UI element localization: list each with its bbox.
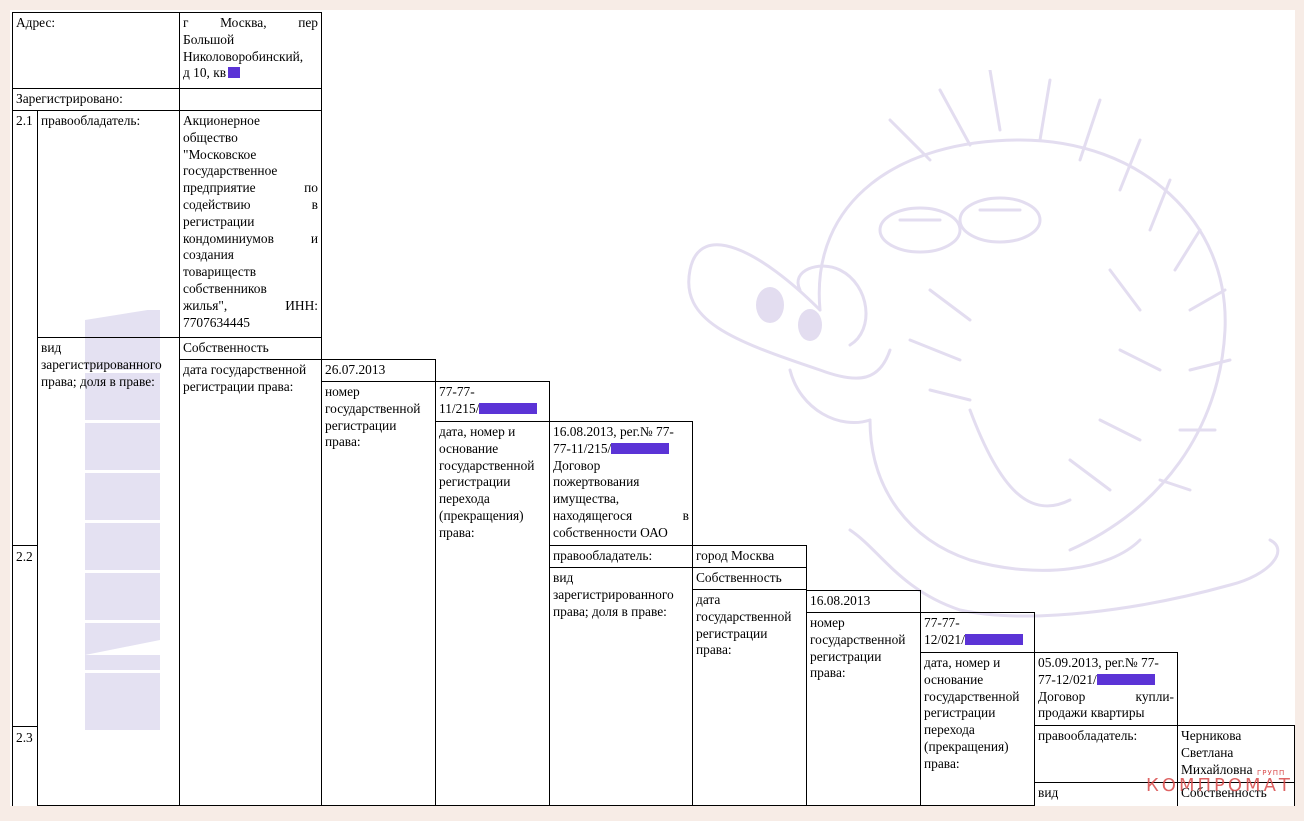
transfer-label-2-1: дата, номер и основание государственной …: [439, 424, 535, 540]
transfer-2-1-line5: имущества,: [553, 491, 620, 507]
document-page: Адрес: г Москва, пер Большой Николовороб…: [10, 10, 1295, 806]
registered-label-cell: Зарегистрировано:: [12, 88, 180, 111]
holder-line: кондоминиумов и: [183, 230, 318, 246]
reg-num-value-2-1-line1: 77-77-: [439, 384, 475, 399]
right-type-value-2-1: Собственность: [183, 340, 269, 355]
holder-label-cell-2-1: правообладатель:: [37, 110, 180, 338]
entry-number-column: [12, 110, 38, 806]
reg-num-value-cell-2-2: 77-77- 12/021/: [920, 612, 1035, 653]
reg-num-value-2-2-line2: 12/021/: [924, 631, 965, 647]
reg-date-value-2-2: 16.08.2013: [810, 593, 871, 608]
transfer-2-2-line1: 05.09.2013, рег.№ 77-: [1038, 655, 1159, 670]
holder-line: "Московское: [183, 146, 257, 162]
redaction-bar: [228, 67, 241, 79]
address-line-1: г Москва, пер: [183, 15, 318, 30]
holder-line: жилья", ИНН:: [183, 297, 318, 313]
holder-2-3-line1: Черникова: [1181, 728, 1242, 743]
holder-line: государственное: [183, 163, 278, 179]
holder-line: товариществ: [183, 264, 257, 280]
holder-line: содействию в: [183, 196, 318, 212]
redaction-bar: [611, 442, 670, 454]
transfer-2-1-line2: 77-11/215/: [553, 440, 612, 456]
entry-number-2-1: 2.1: [16, 113, 33, 128]
holder-value-cell-2-2: город Москва: [692, 545, 807, 568]
holder-value-2-2: город Москва: [696, 548, 775, 563]
address-line-4: д 10, кв: [183, 65, 227, 81]
address-label: Адрес:: [16, 15, 56, 30]
right-type-label-2-3: вид: [1038, 785, 1059, 800]
reg-num-value-cell-2-1: 77-77- 11/215/: [435, 381, 550, 422]
holder-line: предприятие по: [183, 180, 318, 196]
holder-line: создания: [183, 247, 234, 263]
reg-date-label-cell-2-1: дата государственной регистрации права:: [179, 359, 322, 806]
transfer-2-1-line1: 16.08.2013, рег.№ 77-: [553, 424, 674, 439]
entry-number-2-2: 2.2: [16, 549, 33, 564]
redaction-bar: [1096, 673, 1155, 685]
address-label-cell: Адрес:: [12, 12, 180, 89]
reg-num-value-2-2-line1: 77-77-: [924, 615, 960, 630]
holder-line: регистрации: [183, 213, 255, 229]
address-value-cell: г Москва, пер Большой Николоворобинский,…: [179, 12, 322, 89]
transfer-value-cell-2-1: 16.08.2013, рег.№ 77- 77-11/215/ Договор…: [549, 421, 693, 546]
right-type-label-cell-2-2: вид зарегистрированного права; доля в пр…: [549, 567, 693, 806]
right-type-label-cell-2-1: вид зарегистрированного права; доля в пр…: [37, 337, 180, 806]
redaction-bar: [479, 402, 538, 414]
reg-date-value-cell-2-1: 26.07.2013: [321, 359, 436, 382]
transfer-value-cell-2-2: 05.09.2013, рег.№ 77- 77-12/021/ Договор…: [1034, 652, 1178, 726]
redaction-bar: [964, 633, 1023, 645]
address-line-3: Николоворобинский,: [183, 48, 304, 64]
holder-line: 7707634445: [183, 314, 250, 330]
transfer-2-2-line2: 77-12/021/: [1038, 671, 1097, 687]
reg-date-label-2-2: дата государственной регистрации права:: [696, 592, 792, 658]
number-divider-2-2: [12, 545, 38, 546]
holder-label-2-2: правообладатель:: [553, 548, 653, 563]
holder-value-cell-2-1: Акционерное общество "Московское государ…: [179, 110, 322, 338]
holder-label-2-3: правообладатель:: [1038, 728, 1138, 743]
number-divider-2-3: [12, 726, 38, 727]
address-line-2: Большой: [183, 31, 235, 47]
reg-num-label-cell-2-1: номер государственной регистрации права:: [321, 381, 436, 806]
transfer-2-2-line3: Договор купли-: [1038, 688, 1174, 704]
reg-num-label-2-2: номер государственной регистрации права:: [810, 615, 906, 681]
holder-line: общество: [183, 129, 238, 145]
reg-num-label-2-1: номер государственной регистрации права:: [325, 384, 421, 450]
right-type-value-2-2: Собственность: [696, 570, 782, 585]
reg-num-label-cell-2-2: номер государственной регистрации права:: [806, 612, 921, 806]
reg-date-label-cell-2-2: дата государственной регистрации права:: [692, 589, 807, 806]
transfer-2-2-line4: продажи квартиры: [1038, 705, 1145, 721]
transfer-2-1-line6: находящегося в: [553, 507, 689, 523]
transfer-2-1-line3: Договор: [553, 457, 601, 473]
right-type-label-2-1: вид зарегистрированного права; доля в пр…: [41, 340, 162, 389]
transfer-2-1-line4: пожертвования: [553, 474, 640, 490]
registered-label: Зарегистрировано:: [16, 91, 123, 106]
registered-empty-cell: [179, 88, 322, 111]
holder-2-3-line2: Светлана: [1181, 744, 1234, 760]
reg-date-value-2-1: 26.07.2013: [325, 362, 386, 377]
reg-num-value-2-1-line2: 11/215/: [439, 400, 480, 416]
entry-number-2-3: 2.3: [16, 730, 33, 745]
holder-label-2-1: правообладатель:: [41, 113, 141, 128]
holder-line: Акционерное: [183, 113, 260, 128]
right-type-label-2-2: вид зарегистрированного права; доля в пр…: [553, 570, 674, 619]
right-type-value-cell-2-1: Собственность: [179, 337, 322, 360]
transfer-label-cell-2-2: дата, номер и основание государственной …: [920, 652, 1035, 806]
right-type-value-cell-2-2: Собственность: [692, 567, 807, 590]
transfer-label-cell-2-1: дата, номер и основание государственной …: [435, 421, 550, 806]
holder-label-cell-2-2: правообладатель:: [549, 545, 693, 568]
reg-date-label-2-1: дата государственной регистрации права:: [183, 362, 307, 394]
transfer-label-2-2: дата, номер и основание государственной …: [924, 655, 1020, 771]
holder-line: собственников: [183, 280, 267, 296]
reg-date-value-cell-2-2: 16.08.2013: [806, 590, 921, 613]
brand-watermark: КОМПРОМАТ: [1146, 775, 1293, 796]
transfer-2-1-line7: собственности ОАО: [553, 524, 668, 540]
